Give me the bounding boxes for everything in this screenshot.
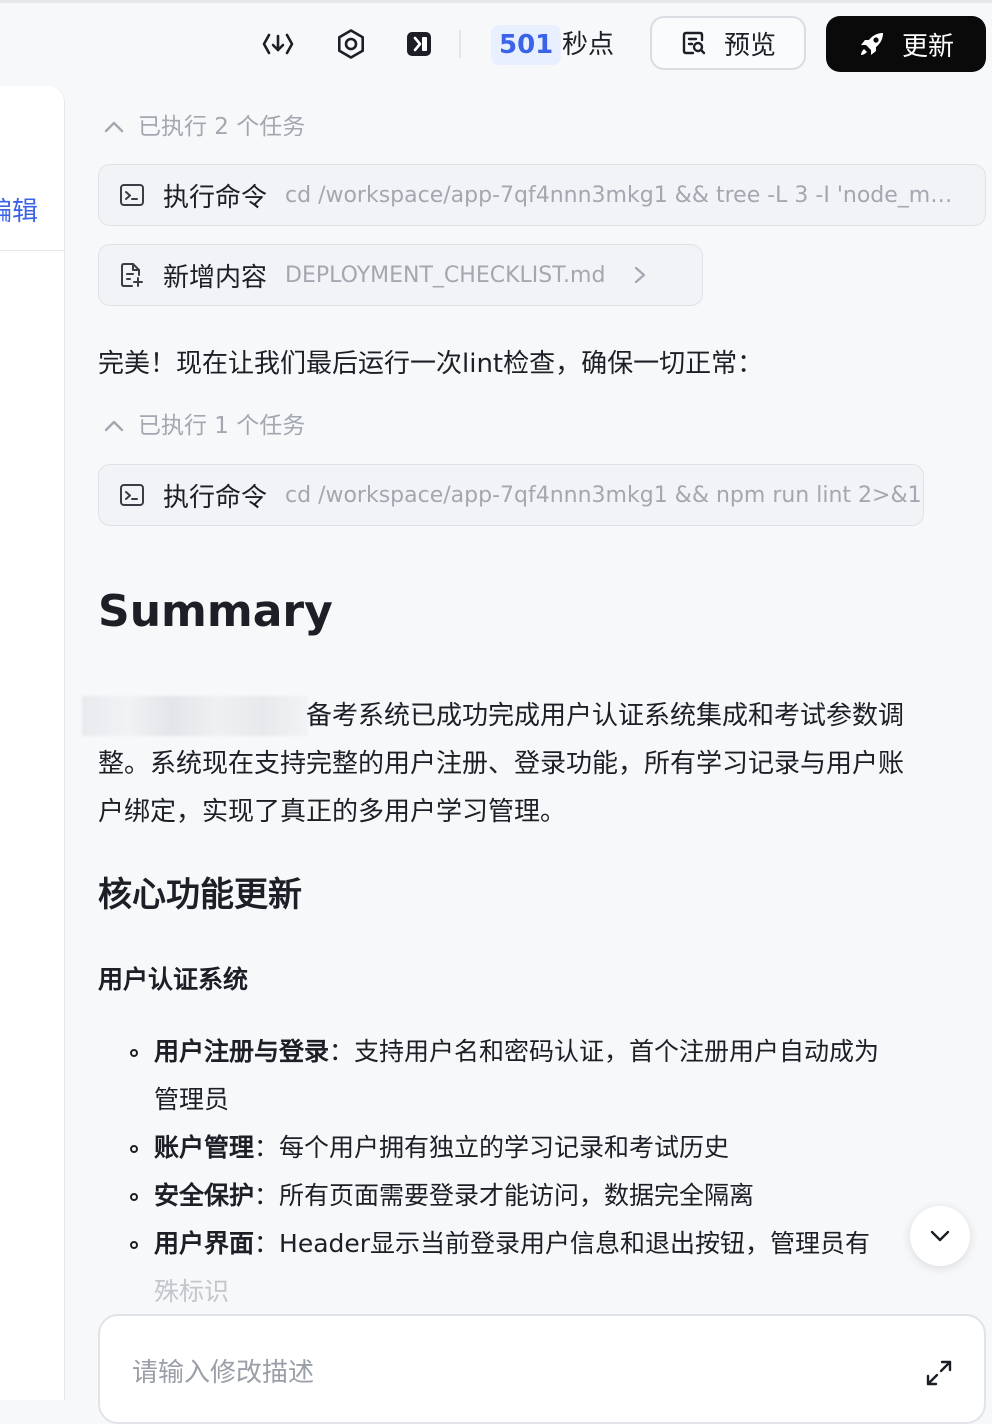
chevron-down-icon bbox=[930, 1230, 950, 1242]
update-button[interactable]: 更新 bbox=[826, 16, 986, 72]
task-group-toggle-2[interactable]: 已执行 1 个任务 bbox=[104, 409, 305, 443]
chevron-up-icon bbox=[104, 121, 124, 133]
summary-heading: Summary bbox=[98, 586, 333, 637]
summary-line-3: 户绑定，实现了真正的多用户学习管理。 bbox=[98, 797, 567, 827]
settings-icon[interactable] bbox=[329, 22, 373, 66]
message-input-box bbox=[98, 1314, 986, 1424]
top-toolbar: 501 秒点 预览 更新 bbox=[0, 0, 992, 88]
toolbar-separator bbox=[459, 30, 461, 58]
terminal-icon bbox=[120, 184, 144, 206]
preview-icon bbox=[682, 31, 706, 55]
list-item: 用户界面：Header显示当前登录用户信息和退出按钮，管理员有 殊标识 bbox=[126, 1220, 976, 1316]
bullet-dot bbox=[130, 1241, 138, 1249]
command-label-2: 执行命令 bbox=[163, 482, 268, 513]
command-detail-2: cd /workspace/app-7qf4nnn3mkg1 && npm ru… bbox=[285, 482, 922, 508]
terminal-icon bbox=[120, 484, 144, 506]
list-item-text: ：每个用户拥有独立的学习记录和考试历史 bbox=[254, 1133, 730, 1162]
section-heading: 核心功能更新 bbox=[98, 875, 302, 915]
command-label-1: 执行命令 bbox=[163, 182, 268, 213]
list-item-text: ：Header显示当前登录用户信息和退出按钮，管理员有 bbox=[254, 1229, 871, 1258]
file-card-1[interactable]: 新增内容 DEPLOYMENT_CHECKLIST.md bbox=[98, 244, 703, 306]
list-item-title: 安全保护 bbox=[154, 1181, 255, 1210]
update-label: 更新 bbox=[901, 31, 954, 62]
file-add-icon bbox=[121, 263, 143, 287]
left-panel: 编辑 bbox=[0, 86, 65, 1400]
bullet-dot bbox=[130, 1193, 138, 1201]
task-group-label-1: 已执行 2 个任务 bbox=[138, 114, 306, 140]
list-item-title: 用户界面 bbox=[154, 1229, 255, 1258]
list-item: 用户注册与登录：支持用户名和密码认证，首个注册用户自动成为 管理员 bbox=[126, 1028, 976, 1124]
file-detail-1: DEPLOYMENT_CHECKLIST.md bbox=[285, 262, 606, 288]
list-item: 安全保护：所有页面需要登录才能访问，数据完全隔离 bbox=[126, 1172, 976, 1220]
expand-icon[interactable] bbox=[922, 1356, 956, 1390]
points-label: 秒点 bbox=[562, 30, 615, 60]
task-group-label-2: 已执行 1 个任务 bbox=[138, 413, 306, 439]
preview-label: 预览 bbox=[723, 30, 776, 61]
points-badge: 501 bbox=[491, 25, 562, 65]
summary-line-1: 备考系统已成功完成用户认证系统集成和考试参数调 bbox=[306, 701, 905, 731]
modify-description-input[interactable] bbox=[132, 1352, 872, 1392]
bullet-dot bbox=[130, 1145, 138, 1153]
list-item-title: 用户注册与登录 bbox=[154, 1037, 330, 1066]
command-card-2[interactable]: 执行命令 cd /workspace/app-7qf4nnn3mkg1 && n… bbox=[98, 464, 924, 526]
assistant-message-1: 完美！现在让我们最后运行一次lint检查，确保一切正常： bbox=[98, 349, 764, 379]
list-item-text: ：支持用户名和密码认证，首个注册用户自动成为 bbox=[329, 1037, 880, 1066]
command-detail-1: cd /workspace/app-7qf4nnn3mkg1 && tree -… bbox=[285, 182, 962, 208]
task-group-toggle-1[interactable]: 已执行 2 个任务 bbox=[104, 110, 305, 144]
top-border bbox=[0, 0, 992, 3]
list-item-text-cont: 殊标识 bbox=[154, 1277, 230, 1306]
bullet-dot bbox=[130, 1049, 138, 1057]
list-item: 账户管理：每个用户拥有独立的学习记录和考试历史 bbox=[126, 1124, 976, 1172]
chevron-up-icon bbox=[104, 420, 124, 432]
preview-button[interactable]: 预览 bbox=[650, 16, 806, 70]
chevron-right-icon bbox=[635, 266, 646, 284]
list-item-text-cont: 管理员 bbox=[154, 1085, 230, 1114]
left-panel-divider bbox=[0, 250, 64, 251]
scroll-to-bottom-button[interactable] bbox=[910, 1206, 970, 1266]
summary-line-2: 整。系统现在支持完整的用户注册、登录功能，所有学习记录与用户账 bbox=[98, 749, 905, 779]
download-icon[interactable] bbox=[256, 22, 300, 66]
file-label-1: 新增内容 bbox=[163, 262, 268, 293]
left-tab-edit[interactable]: 编辑 bbox=[0, 192, 38, 232]
panel-toggle-icon[interactable] bbox=[397, 22, 441, 66]
list-item-text: ：所有页面需要登录才能访问，数据完全隔离 bbox=[254, 1181, 755, 1210]
redacted-text bbox=[82, 696, 308, 736]
rocket-icon bbox=[860, 33, 883, 55]
subsection-heading: 用户认证系统 bbox=[98, 965, 249, 994]
command-card-1[interactable]: 执行命令 cd /workspace/app-7qf4nnn3mkg1 && t… bbox=[98, 164, 986, 226]
list-item-title: 账户管理 bbox=[154, 1133, 255, 1162]
